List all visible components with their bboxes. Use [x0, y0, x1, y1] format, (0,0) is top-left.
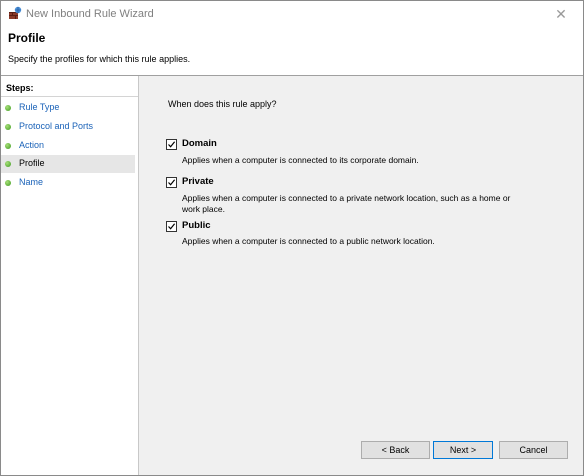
main-content: When does this rule apply? Domain Applie…: [139, 76, 583, 475]
steps-divider: [1, 96, 138, 97]
page-title: Profile: [8, 31, 46, 45]
sidebar-item-rule-type[interactable]: Rule Type: [1, 99, 135, 117]
steps-sidebar: Steps: Rule Type Protocol and Ports Acti…: [1, 76, 139, 475]
domain-description: Applies when a computer is connected to …: [182, 155, 419, 165]
sidebar-item-action[interactable]: Action: [1, 137, 135, 155]
domain-checkbox[interactable]: [166, 139, 177, 150]
steps-heading: Steps:: [6, 83, 34, 93]
close-button[interactable]: ✕: [539, 1, 583, 27]
cancel-button[interactable]: Cancel: [499, 441, 568, 459]
back-button[interactable]: < Back: [361, 441, 430, 459]
step-complete-icon: [5, 143, 11, 149]
public-checkbox[interactable]: [166, 221, 177, 232]
private-checkbox[interactable]: [166, 177, 177, 188]
private-label[interactable]: Private: [182, 176, 214, 187]
wizard-window: New Inbound Rule Wizard ✕ Profile Specif…: [0, 0, 584, 476]
step-pending-icon: [5, 180, 11, 186]
checkmark-icon: [168, 223, 176, 230]
firewall-app-icon: [8, 6, 22, 20]
step-complete-icon: [5, 124, 11, 130]
sidebar-item-label: Action: [19, 140, 45, 150]
window-title: New Inbound Rule Wizard: [26, 8, 154, 20]
close-icon: ✕: [555, 5, 567, 22]
sidebar-item-label: Protocol and Ports: [19, 121, 94, 131]
step-current-icon: [5, 161, 11, 167]
sidebar-item-label: Profile: [19, 158, 45, 168]
sidebar-item-protocol-and-ports[interactable]: Protocol and Ports: [1, 118, 135, 136]
sidebar-item-name[interactable]: Name: [1, 174, 135, 192]
private-description: Applies when a computer is connected to …: [182, 193, 511, 214]
sidebar-item-profile[interactable]: Profile: [1, 155, 135, 173]
public-label[interactable]: Public: [182, 220, 211, 231]
title-bar[interactable]: New Inbound Rule Wizard ✕: [1, 1, 583, 27]
domain-label[interactable]: Domain: [182, 138, 217, 149]
sidebar-item-label: Rule Type: [19, 102, 60, 112]
question-label: When does this rule apply?: [168, 99, 277, 109]
next-button[interactable]: Next >: [433, 441, 493, 459]
checkmark-icon: [168, 141, 176, 148]
wizard-header: Profile Specify the profiles for which t…: [1, 27, 583, 75]
page-subtitle: Specify the profiles for which this rule…: [8, 54, 191, 64]
step-complete-icon: [5, 105, 11, 111]
checkmark-icon: [168, 179, 176, 186]
public-description: Applies when a computer is connected to …: [182, 236, 435, 246]
sidebar-item-label: Name: [19, 177, 44, 187]
